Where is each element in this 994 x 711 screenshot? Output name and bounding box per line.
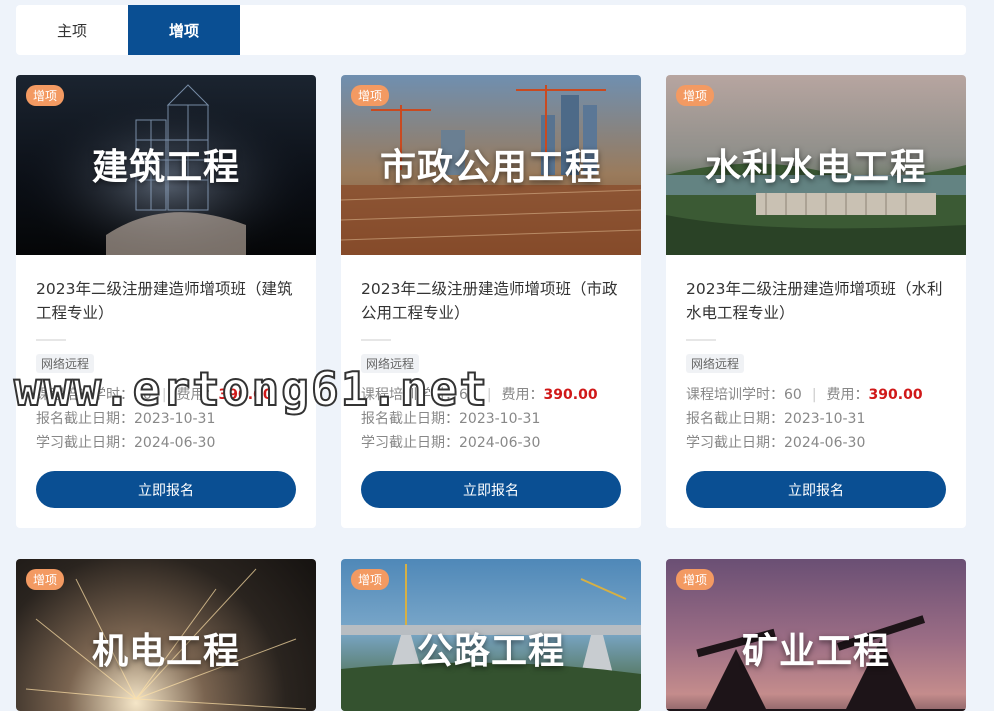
banner-title: 建筑工程	[91, 147, 240, 188]
hours-label: 课程培训学时：	[686, 387, 784, 403]
course-card[interactable]: 增项 机电工程	[16, 559, 316, 711]
tab-addon[interactable]: 增项	[128, 5, 240, 55]
course-banner-image: 增项 公路工程	[341, 559, 641, 711]
study-deadline-value: 2024-06-30	[784, 435, 866, 451]
addon-badge: 增项	[351, 569, 390, 590]
course-banner-image: 增项 矿业工程	[666, 559, 966, 711]
course-info: 课程培训学时：60 | 费用：390.00 报名截止日期：2023-10-31 学习…	[686, 383, 946, 455]
course-title[interactable]: 2023年二级注册建造师增项班（市政公用工程专业）	[361, 277, 621, 325]
course-banner-image: 增项 机电工程	[16, 559, 316, 711]
enroll-button[interactable]: 立即报名	[36, 471, 296, 508]
fee-label: 费用：	[826, 387, 869, 403]
study-deadline-value: 2024-06-30	[134, 435, 216, 451]
delivery-tag: 网络远程	[686, 354, 745, 373]
addon-badge: 增项	[26, 85, 65, 106]
signup-deadline-value: 2023-10-31	[784, 411, 866, 427]
study-deadline-label: 学习截止日期：	[686, 435, 784, 451]
course-card[interactable]: 增项 市政公用工程 2023年二级注册建造师增项班（市政公用工程专业） 网络远程…	[341, 75, 641, 528]
study-deadline-value: 2024-06-30	[459, 435, 541, 451]
hours-value: 60	[784, 387, 802, 403]
fee-value: 390.00	[868, 387, 923, 403]
addon-badge: 增项	[676, 569, 715, 590]
study-deadline-label: 学习截止日期：	[361, 435, 459, 451]
course-card[interactable]: 增项 公路工程	[341, 559, 641, 711]
course-card[interactable]: 增项 水利水电工程 2023年二级注册建造师增项班（水利水电工程专业） 网络远程…	[666, 75, 966, 528]
addon-badge: 增项	[26, 569, 65, 590]
signup-deadline-label: 报名截止日期：	[686, 411, 784, 427]
separator: |	[811, 387, 817, 403]
banner-title: 机电工程	[91, 631, 240, 672]
divider	[686, 339, 716, 341]
course-banner-image: 增项 建筑工程	[16, 75, 316, 255]
banner-title: 公路工程	[416, 631, 565, 672]
divider	[361, 339, 391, 341]
course-title[interactable]: 2023年二级注册建造师增项班（水利水电工程专业）	[686, 277, 946, 325]
banner-title: 水利水电工程	[704, 147, 927, 188]
course-card[interactable]: 增项 矿业工程	[666, 559, 966, 711]
fee-label: 费用：	[501, 387, 544, 403]
course-title[interactable]: 2023年二级注册建造师增项班（建筑工程专业）	[36, 277, 296, 325]
course-banner-image: 增项 市政公用工程	[341, 75, 641, 255]
addon-badge: 增项	[676, 85, 715, 106]
course-banner-image: 增项 水利水电工程	[666, 75, 966, 255]
watermark: www.ertong61.net	[13, 361, 490, 417]
banner-title: 矿业工程	[741, 631, 890, 672]
addon-badge: 增项	[351, 85, 390, 106]
divider	[36, 339, 66, 341]
enroll-button[interactable]: 立即报名	[686, 471, 946, 508]
enroll-button[interactable]: 立即报名	[361, 471, 621, 508]
tab-bar: 主项 增项	[16, 5, 966, 55]
study-deadline-label: 学习截止日期：	[36, 435, 134, 451]
tab-main[interactable]: 主项	[16, 5, 128, 55]
fee-value: 390.00	[543, 387, 598, 403]
banner-title: 市政公用工程	[379, 147, 602, 188]
course-card[interactable]: 增项 建筑工程 2023年二级注册建造师增项班（建筑工程专业） 网络远程 课程培…	[16, 75, 316, 528]
